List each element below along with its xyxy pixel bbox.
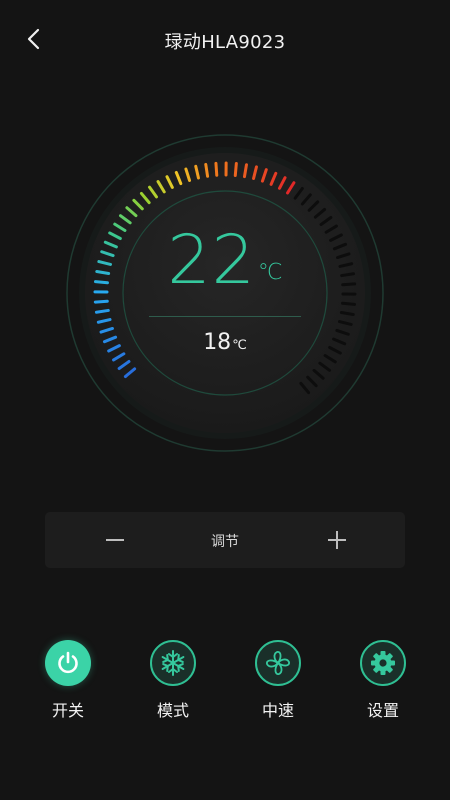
fan-speed-label: 中速 [261,701,294,720]
current-temperature-unit: ℃ [257,260,283,285]
power-icon [58,651,78,674]
power-button[interactable]: 开关 [33,640,103,721]
settings-button-circle[interactable] [360,640,406,686]
current-temperature-value: 22 [167,221,256,300]
set-temperature-value: 18 [203,330,232,355]
settings-label: 设置 [366,701,399,720]
thermostat-dial: 22℃ 18℃ [55,123,395,463]
plus-icon [328,531,346,549]
set-temperature: 18℃ [55,330,395,355]
control-bar: 开关 模式 中速 设置 [0,640,450,730]
fan-speed-button[interactable]: 中速 [243,640,313,721]
current-temperature: 22℃ [55,225,395,297]
snowflake-icon [161,650,185,676]
gear-icon [371,651,395,675]
fan-icon [266,651,290,675]
readout-divider [149,316,301,317]
dial-readout: 22℃ 18℃ [55,123,395,463]
adjust-bar: 调节 [45,512,405,568]
mode-button[interactable]: 模式 [138,640,208,721]
mode-label: 模式 [156,701,189,720]
set-temperature-unit: ℃ [232,338,247,353]
page-title: 琭动HLA9023 [164,32,286,53]
header: 琭动HLA9023 [0,0,450,80]
fan-speed-button-circle[interactable] [255,640,301,686]
power-label: 开关 [51,701,84,720]
power-button-circle[interactable] [45,640,91,686]
mode-button-circle[interactable] [150,640,196,686]
settings-button[interactable]: 设置 [348,640,418,721]
increase-button[interactable] [317,520,357,560]
